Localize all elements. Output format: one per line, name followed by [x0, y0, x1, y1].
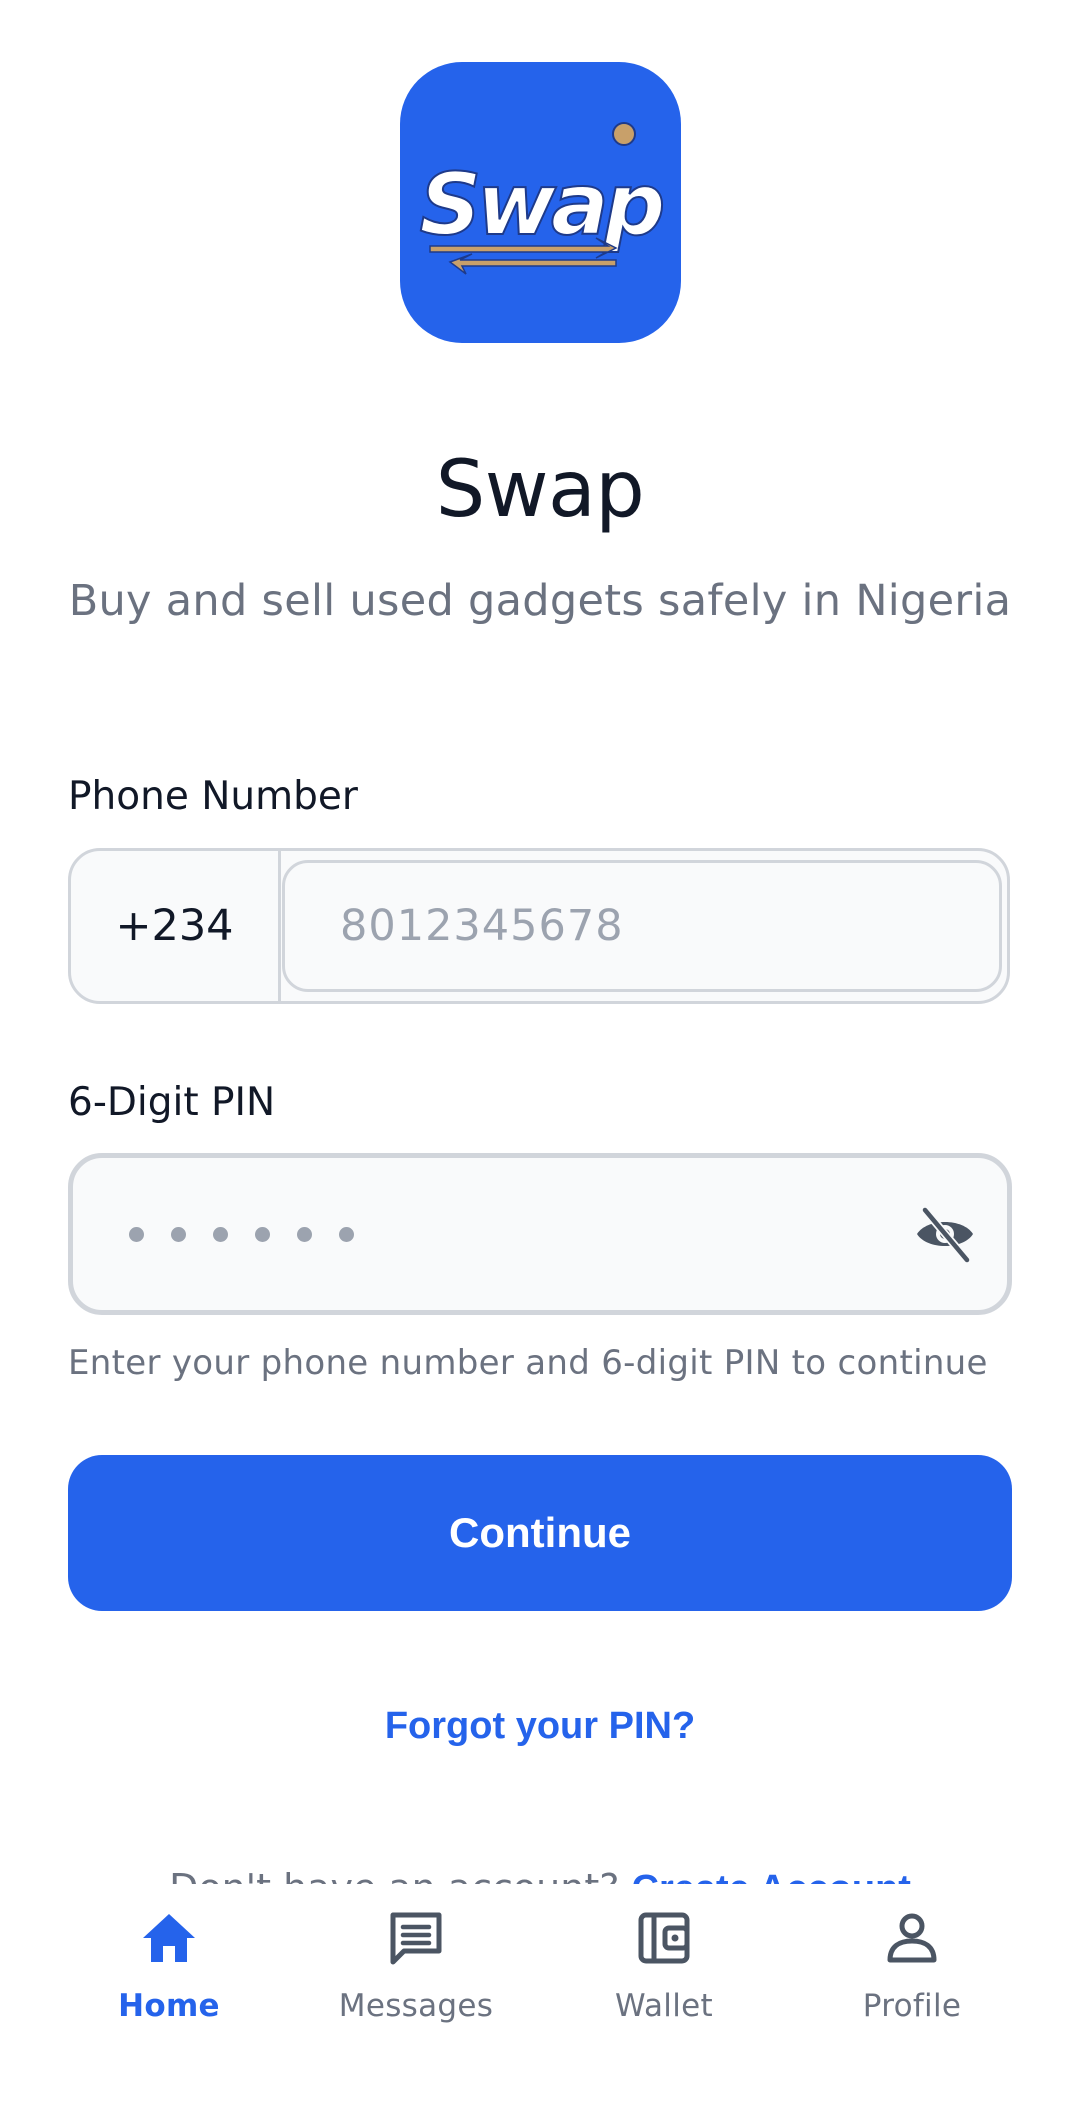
nav-label-wallet: Wallet [615, 1988, 713, 2024]
app-title: Swap [435, 445, 645, 535]
home-icon [143, 1914, 195, 1962]
continue-button[interactable]: Continue [68, 1455, 1012, 1611]
toggle-pin-visibility-button[interactable] [913, 1204, 977, 1264]
nav-label-messages: Messages [338, 1988, 494, 2024]
eye-off-icon [917, 1206, 973, 1264]
phone-field-group: +234 [68, 848, 1010, 1004]
country-code-selector[interactable]: +234 [71, 851, 281, 1001]
nav-label-home: Home [118, 1988, 220, 2024]
nav-label-profile: Profile [862, 1988, 962, 2024]
logo-wordmark: Swap [420, 155, 663, 255]
pin-dot [297, 1226, 312, 1242]
pin-input[interactable] [68, 1153, 1012, 1315]
pin-dots [129, 1158, 381, 1310]
pin-dot [171, 1226, 186, 1242]
phone-label: Phone Number [68, 774, 358, 819]
pin-dot [129, 1226, 144, 1242]
forgot-pin-link[interactable]: Forgot your PIN? [0, 1700, 1080, 1752]
nav-item-messages[interactable]: Messages [296, 1906, 536, 2056]
pin-dot [339, 1226, 354, 1242]
nav-item-home[interactable]: Home [49, 1906, 289, 2056]
helper-text: Enter your phone number and 6-digit PIN … [68, 1343, 988, 1383]
login-screen: Swap Swap Buy and sell used gadgets safe… [0, 0, 1080, 2112]
app-subtitle: Buy and sell used gadgets safely in Nige… [68, 576, 1012, 626]
pin-dot [213, 1226, 228, 1242]
swap-logo-icon: Swap [419, 122, 669, 275]
bottom-nav: Home Messages Wallet Profile [0, 1884, 1080, 2112]
messages-icon [390, 1912, 442, 1965]
nav-item-wallet[interactable]: Wallet [544, 1906, 784, 2056]
phone-number-input[interactable] [282, 860, 1002, 992]
wallet-icon [638, 1912, 690, 1964]
pin-label: 6-Digit PIN [68, 1080, 276, 1125]
profile-icon [887, 1913, 937, 1963]
nav-item-profile[interactable]: Profile [792, 1906, 1032, 2056]
pin-dot [255, 1226, 270, 1242]
app-logo: Swap [400, 62, 681, 343]
